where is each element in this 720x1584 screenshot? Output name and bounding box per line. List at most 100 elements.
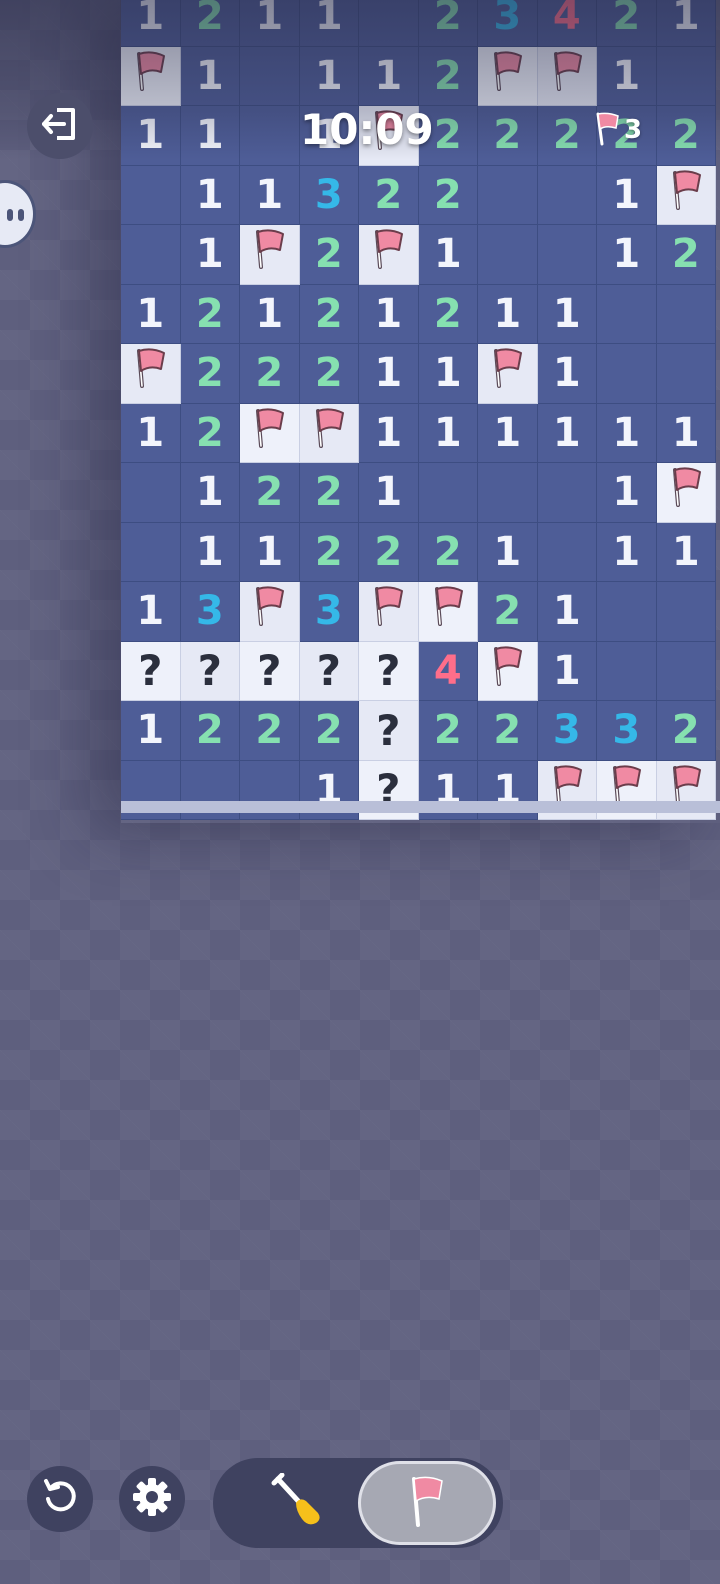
number-cell[interactable]: 1	[478, 522, 538, 582]
number-cell[interactable]: 1	[597, 165, 657, 225]
number-cell[interactable]: 1	[180, 165, 240, 225]
empty-cell[interactable]	[121, 522, 181, 582]
number-cell[interactable]: 1	[537, 641, 597, 701]
number-cell[interactable]: 2	[299, 522, 359, 582]
number-cell[interactable]: 2	[299, 284, 359, 344]
number-cell[interactable]: 1	[597, 522, 657, 582]
number-cell[interactable]: 2	[418, 522, 478, 582]
number-cell[interactable]: 1	[299, 46, 359, 106]
number-cell[interactable]: 1	[597, 403, 657, 463]
empty-cell[interactable]	[240, 46, 300, 106]
empty-cell[interactable]	[478, 463, 538, 523]
number-cell[interactable]: 2	[537, 106, 597, 166]
empty-cell[interactable]	[656, 582, 716, 642]
flagged-cell[interactable]	[478, 344, 538, 404]
empty-cell[interactable]	[478, 165, 538, 225]
number-cell[interactable]: 2	[478, 701, 538, 761]
empty-cell[interactable]	[121, 463, 181, 523]
number-cell[interactable]: 2	[359, 165, 419, 225]
flagged-cell[interactable]	[478, 46, 538, 106]
flagged-cell[interactable]	[537, 46, 597, 106]
number-cell[interactable]: 2	[299, 701, 359, 761]
number-cell[interactable]: 1	[537, 403, 597, 463]
empty-cell[interactable]	[656, 641, 716, 701]
number-cell[interactable]: 1	[359, 403, 419, 463]
number-cell[interactable]: 1	[180, 463, 240, 523]
flagged-cell[interactable]	[299, 403, 359, 463]
mode-toggle[interactable]	[213, 1458, 503, 1548]
empty-cell[interactable]	[121, 225, 181, 285]
number-cell[interactable]: 1	[359, 46, 419, 106]
empty-cell[interactable]	[418, 463, 478, 523]
number-cell[interactable]: 2	[478, 582, 538, 642]
flagged-cell[interactable]	[240, 403, 300, 463]
flagged-cell[interactable]	[478, 641, 538, 701]
number-cell[interactable]: 3	[597, 701, 657, 761]
number-cell[interactable]: 1	[180, 106, 240, 166]
flagged-cell[interactable]	[240, 225, 300, 285]
number-cell[interactable]: 2	[418, 165, 478, 225]
number-cell[interactable]: 1	[240, 284, 300, 344]
number-cell[interactable]: 3	[180, 582, 240, 642]
number-cell[interactable]: 2	[418, 284, 478, 344]
number-cell[interactable]: 1	[121, 106, 181, 166]
number-cell[interactable]: 1	[240, 0, 300, 47]
number-cell[interactable]: 1	[359, 344, 419, 404]
number-cell[interactable]: 1	[121, 582, 181, 642]
empty-cell[interactable]	[537, 225, 597, 285]
number-cell[interactable]: 1	[656, 403, 716, 463]
number-cell[interactable]: 2	[597, 0, 657, 47]
flagged-cell[interactable]	[359, 225, 419, 285]
empty-cell[interactable]	[537, 463, 597, 523]
number-cell[interactable]: 2	[240, 344, 300, 404]
flagged-cell[interactable]	[656, 463, 716, 523]
number-cell[interactable]: 1	[240, 165, 300, 225]
number-cell[interactable]: 1	[359, 463, 419, 523]
settings-button[interactable]	[119, 1466, 185, 1532]
number-cell[interactable]: 1	[299, 0, 359, 47]
flagged-cell[interactable]	[418, 582, 478, 642]
number-cell[interactable]: 1	[478, 403, 538, 463]
empty-cell[interactable]	[121, 165, 181, 225]
number-cell[interactable]: 2	[180, 403, 240, 463]
empty-cell[interactable]	[478, 225, 538, 285]
flagged-cell[interactable]	[121, 344, 181, 404]
flagged-cell[interactable]	[121, 46, 181, 106]
number-cell[interactable]: 3	[478, 0, 538, 47]
number-cell[interactable]: 4	[537, 0, 597, 47]
number-cell[interactable]: 1	[656, 0, 716, 47]
number-cell[interactable]: 1	[418, 403, 478, 463]
empty-cell[interactable]	[597, 284, 657, 344]
flag-mode-button[interactable]	[358, 1461, 496, 1545]
flagged-cell[interactable]	[359, 582, 419, 642]
number-cell[interactable]: 1	[121, 701, 181, 761]
question-cell[interactable]: ?	[299, 641, 359, 701]
number-cell[interactable]: 1	[537, 344, 597, 404]
number-cell[interactable]: 2	[656, 225, 716, 285]
number-cell[interactable]: 1	[537, 284, 597, 344]
question-cell[interactable]: ?	[180, 641, 240, 701]
number-cell[interactable]: 1	[597, 225, 657, 285]
number-cell[interactable]: 1	[240, 522, 300, 582]
number-cell[interactable]: 2	[299, 463, 359, 523]
number-cell[interactable]: 3	[299, 582, 359, 642]
empty-cell[interactable]	[597, 344, 657, 404]
number-cell[interactable]: 2	[180, 0, 240, 47]
flagged-cell[interactable]	[656, 165, 716, 225]
number-cell[interactable]: 1	[180, 522, 240, 582]
empty-cell[interactable]	[359, 0, 419, 47]
number-cell[interactable]: 2	[418, 701, 478, 761]
number-cell[interactable]: 1	[418, 225, 478, 285]
empty-cell[interactable]	[537, 165, 597, 225]
number-cell[interactable]: 1	[597, 463, 657, 523]
number-cell[interactable]: 2	[299, 344, 359, 404]
number-cell[interactable]: 2	[656, 106, 716, 166]
empty-cell[interactable]	[240, 106, 300, 166]
question-cell[interactable]: ?	[240, 641, 300, 701]
number-cell[interactable]: 2	[180, 284, 240, 344]
number-cell[interactable]: 1	[121, 0, 181, 47]
number-cell[interactable]: 2	[656, 701, 716, 761]
number-cell[interactable]: 2	[180, 701, 240, 761]
empty-cell[interactable]	[597, 582, 657, 642]
number-cell[interactable]: 3	[299, 165, 359, 225]
